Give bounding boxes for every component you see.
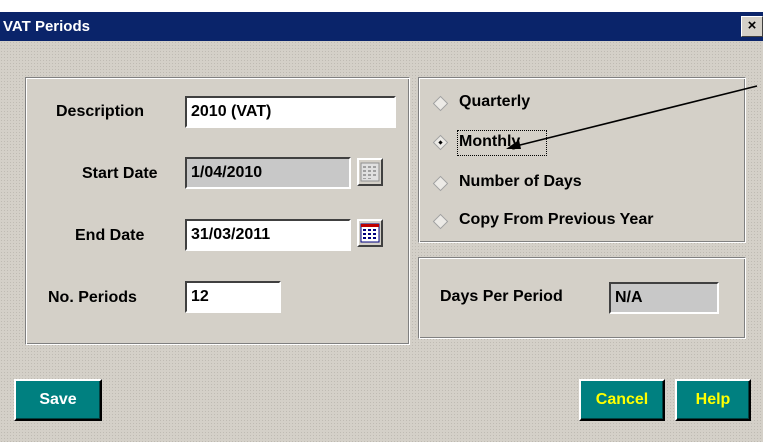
top-band [0,0,763,11]
radio-monthly-label: Monthly [459,133,521,150]
radio-diamond-icon [432,95,449,112]
days-per-period-label: Days Per Period [440,288,563,305]
radio-diamond-selected-icon [432,134,449,151]
no-periods-label: No. Periods [48,289,137,306]
radio-diamond-icon [432,175,449,192]
radio-number-of-days[interactable]: Number of Days [432,170,733,196]
radio-monthly[interactable]: Monthly [432,130,733,156]
days-per-period-panel: Days Per Period N/A [418,257,746,339]
start-date-calendar-button[interactable] [357,158,383,186]
close-button[interactable]: × [741,16,763,37]
days-per-period-field: N/A [609,282,719,314]
end-date-field[interactable]: 31/03/2011 [185,219,351,251]
end-date-calendar-button[interactable] [357,219,383,247]
end-date-label: End Date [75,227,145,244]
window-title: VAT Periods [3,18,90,35]
start-date-field[interactable]: 1/04/2010 [185,157,351,189]
radio-quarterly[interactable]: Quarterly [432,90,733,116]
description-field[interactable]: 2010 (VAT) [185,96,396,128]
help-button[interactable]: Help [675,379,751,421]
save-button[interactable]: Save [14,379,102,421]
radio-quarterly-label: Quarterly [459,93,531,110]
no-periods-field[interactable]: 12 [185,281,281,313]
calendar-icon [360,223,380,243]
radio-copy-from-previous-year[interactable]: Copy From Previous Year [432,208,733,234]
period-type-panel: Quarterly Monthly Number of Days Copy Fr… [418,77,746,243]
cancel-button[interactable]: Cancel [579,379,665,421]
details-panel: Description 2010 (VAT) Start Date 1/04/2… [25,77,410,345]
description-label: Description [56,103,145,120]
radio-copy-from-previous-year-label: Copy From Previous Year [459,211,654,228]
title-bar: VAT Periods × [0,11,763,41]
close-icon: × [747,17,757,34]
calendar-icon [360,162,380,182]
start-date-label: Start Date [82,165,158,182]
radio-diamond-icon [432,213,449,230]
radio-number-of-days-label: Number of Days [459,173,582,190]
dialog-body: Description 2010 (VAT) Start Date 1/04/2… [0,41,763,442]
